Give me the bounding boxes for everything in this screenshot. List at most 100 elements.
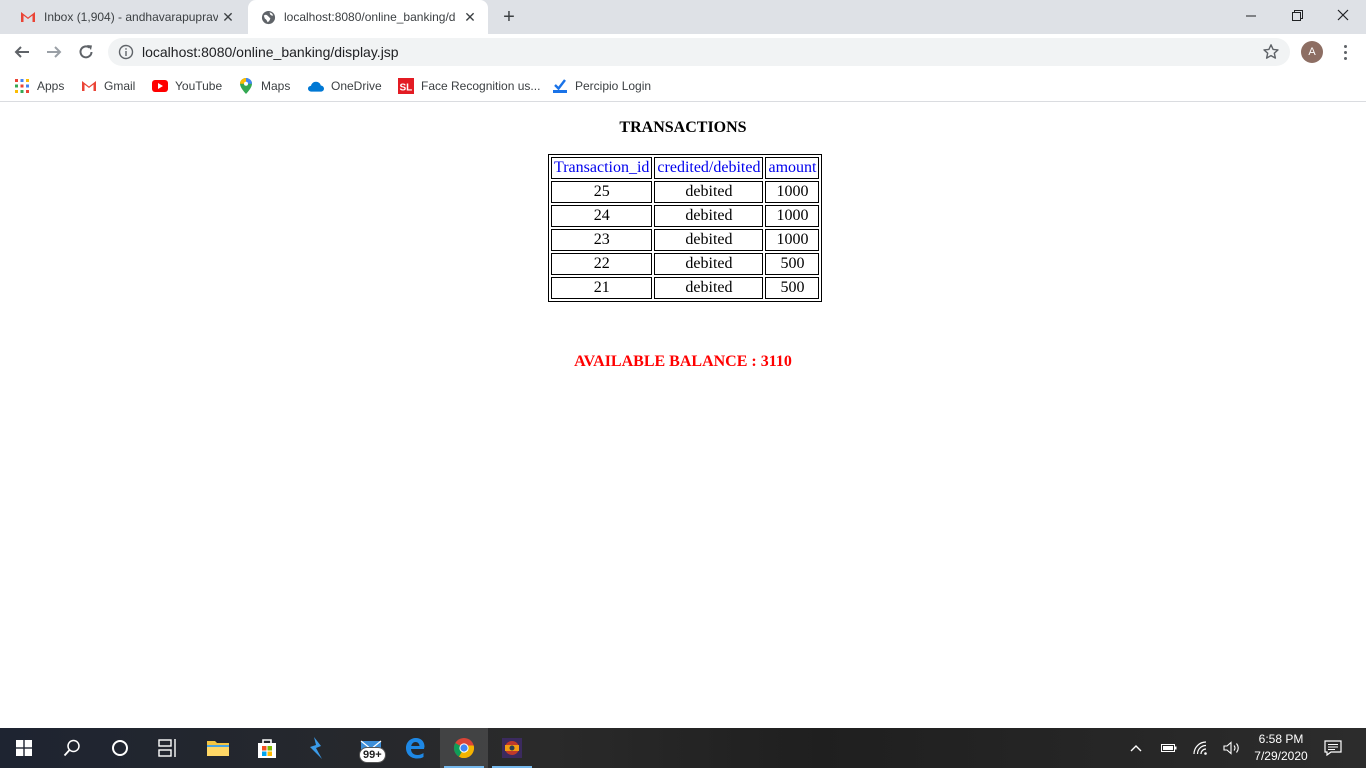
table-row: 24 debited 1000 — [551, 205, 820, 227]
table-row: 21 debited 500 — [551, 277, 820, 299]
type-cell: debited — [654, 253, 764, 275]
type-cell: debited — [654, 181, 764, 203]
maps-pin-icon — [238, 78, 254, 94]
search-button[interactable] — [48, 728, 96, 768]
bookmark-label: Face Recognition us... — [421, 79, 541, 93]
bookmark-gmail[interactable]: Gmail — [81, 76, 135, 96]
column-header-transaction-id: Transaction_id — [551, 157, 653, 179]
clock-time: 6:58 PM — [1258, 732, 1304, 746]
store-bag-icon — [258, 739, 276, 758]
transaction-id-cell: 23 — [551, 229, 653, 251]
bookmark-label: Apps — [37, 79, 65, 93]
tab-title: Inbox (1,904) - andhavarapuprave — [44, 10, 218, 24]
close-icon — [1337, 9, 1349, 21]
chrome-icon — [453, 738, 475, 759]
volume-button[interactable] — [1220, 728, 1244, 768]
amount-cell: 1000 — [765, 205, 820, 227]
store-button[interactable] — [243, 728, 291, 768]
type-cell: debited — [654, 277, 764, 299]
transaction-id-cell: 24 — [551, 205, 653, 227]
transaction-id-cell: 22 — [551, 253, 653, 275]
tab-display-jsp[interactable]: localhost:8080/online_banking/d ✕ — [248, 0, 488, 34]
clock-date: 7/29/2020 — [1254, 749, 1308, 763]
type-cell: debited — [654, 205, 764, 227]
edge-icon — [406, 738, 425, 759]
gmail-icon — [20, 9, 36, 25]
forward-button[interactable] — [40, 38, 68, 66]
url-text[interactable]: localhost:8080/online_banking/display.js… — [142, 44, 399, 60]
cortana-circle-icon — [112, 740, 128, 756]
tab-strip: Inbox (1,904) - andhavarapuprave ✕ local… — [0, 0, 1366, 34]
available-balance: AVAILABLE BALANCE : 3110 — [574, 353, 792, 370]
bookmark-percipio[interactable]: Percipio Login — [552, 76, 651, 96]
minimize-icon — [1245, 15, 1256, 16]
address-bar[interactable]: localhost:8080/online_banking/display.js… — [108, 38, 1290, 66]
type-cell: debited — [654, 229, 764, 251]
bookmark-apps[interactable]: Apps — [14, 76, 64, 96]
action-center-button[interactable] — [1320, 728, 1346, 768]
close-icon[interactable]: ✕ — [218, 7, 238, 27]
bookmark-onedrive[interactable]: OneDrive — [308, 76, 382, 96]
column-header-amount: amount — [765, 157, 820, 179]
back-button[interactable] — [8, 38, 36, 66]
mail-badge: 99+ — [359, 747, 386, 763]
page-title: TRANSACTIONS — [619, 119, 747, 136]
apps-grid-icon — [14, 78, 30, 94]
bookmark-youtube[interactable]: YouTube — [152, 76, 222, 96]
network-button[interactable] — [1190, 728, 1212, 768]
vscode-button[interactable] — [292, 728, 340, 768]
tab-title: localhost:8080/online_banking/d — [284, 10, 456, 24]
show-hidden-icons-button[interactable] — [1126, 728, 1146, 768]
profile-avatar[interactable]: A — [1301, 41, 1323, 63]
new-tab-button[interactable]: + — [498, 6, 520, 28]
restore-button[interactable] — [1274, 0, 1320, 30]
browser-toolbar: localhost:8080/online_banking/display.js… — [0, 34, 1366, 70]
bookmark-label: Gmail — [104, 79, 136, 93]
minimize-button[interactable] — [1228, 0, 1274, 30]
bookmark-face-recognition[interactable]: SL Face Recognition us... — [398, 76, 540, 96]
file-explorer-button[interactable] — [194, 728, 242, 768]
search-icon — [63, 739, 80, 757]
speaker-icon — [1223, 741, 1239, 755]
battery-button[interactable] — [1158, 728, 1180, 768]
task-view-icon — [158, 739, 176, 757]
edge-button[interactable] — [391, 728, 439, 768]
table-row: 23 debited 1000 — [551, 229, 820, 251]
battery-icon — [1161, 744, 1177, 752]
chrome-menu-icon[interactable] — [1336, 42, 1354, 62]
close-icon[interactable]: ✕ — [460, 7, 480, 27]
system-clock[interactable]: 6:58 PM 7/29/2020 — [1248, 731, 1314, 765]
bookmark-star-icon[interactable] — [1262, 43, 1280, 61]
onedrive-cloud-icon — [308, 78, 324, 94]
amount-cell: 500 — [765, 277, 820, 299]
globe-icon — [260, 9, 276, 25]
page-content: TRANSACTIONS Transaction_id credited/deb… — [0, 103, 1366, 728]
back-arrow-icon — [14, 46, 29, 58]
forward-arrow-icon — [47, 46, 62, 58]
mail-button[interactable]: 99+ — [347, 728, 395, 768]
start-button[interactable] — [0, 728, 48, 768]
task-view-button[interactable] — [144, 728, 192, 768]
eclipse-ee-button[interactable] — [488, 728, 536, 768]
cortana-button[interactable] — [96, 728, 144, 768]
table-header-row: Transaction_id credited/debited amount — [551, 157, 820, 179]
notifications-icon — [1324, 740, 1342, 756]
gmail-icon — [81, 78, 97, 94]
bookmark-label: Maps — [261, 79, 291, 93]
windows-logo-icon — [16, 740, 32, 756]
youtube-icon — [152, 78, 168, 94]
chrome-button[interactable] — [440, 728, 488, 768]
bookmarks-bar: Apps Gmail YouTube Maps OneDrive SL Face… — [0, 70, 1366, 102]
amount-cell: 1000 — [765, 229, 820, 251]
bookmark-label: Percipio Login — [575, 79, 652, 93]
vscode-bolt-icon — [310, 737, 322, 759]
amount-cell: 500 — [765, 253, 820, 275]
reload-icon — [79, 45, 93, 59]
tab-gmail-inbox[interactable]: Inbox (1,904) - andhavarapuprave ✕ — [8, 0, 246, 34]
bookmark-maps[interactable]: Maps — [238, 76, 290, 96]
reload-button[interactable] — [72, 38, 100, 66]
java-ee-ide-icon — [502, 738, 522, 758]
bookmark-label: OneDrive — [331, 79, 382, 93]
table-row: 25 debited 1000 — [551, 181, 820, 203]
close-window-button[interactable] — [1320, 0, 1366, 30]
